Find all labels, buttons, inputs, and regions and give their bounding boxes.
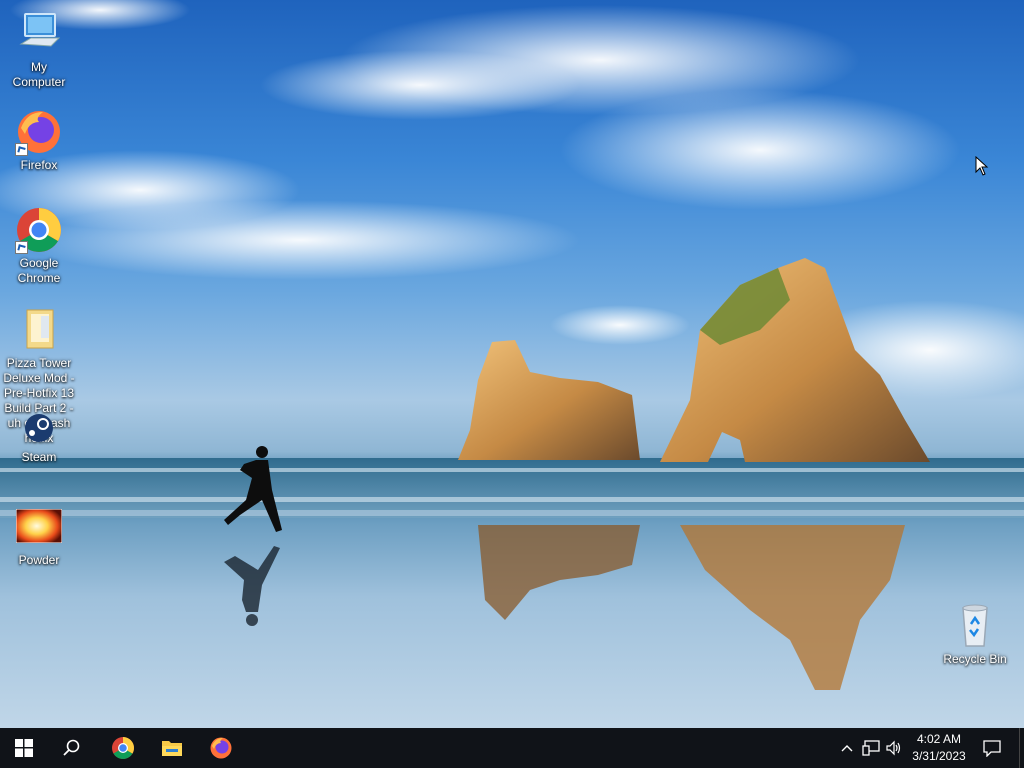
- desktop-icon-label: Firefox: [20, 158, 58, 172]
- shortcut-arrow-icon: [15, 143, 28, 156]
- search-icon: [63, 739, 80, 756]
- taskbar-chrome-button[interactable]: [99, 728, 147, 768]
- clock-date: 3/31/2023: [912, 749, 966, 763]
- desktop[interactable]: My Computer Firefox Google Chrome Pizza …: [0, 0, 1024, 728]
- network-icon: [862, 740, 880, 756]
- desktop-icon-firefox[interactable]: Firefox: [1, 108, 77, 173]
- desktop-icon-label: Steam: [21, 450, 57, 464]
- show-desktop-button[interactable]: [1019, 728, 1024, 768]
- file-explorer-icon: [162, 741, 182, 756]
- shortcut-arrow-icon: [15, 241, 28, 254]
- firefox-icon: [15, 108, 63, 156]
- taskbar-firefox-button[interactable]: [197, 728, 245, 768]
- windows-start-icon: [15, 739, 33, 757]
- network-button[interactable]: [861, 738, 881, 758]
- desktop-icon-label: Google Chrome: [17, 256, 61, 285]
- action-center-button[interactable]: [982, 738, 1002, 758]
- taskbar-clock[interactable]: 4:02 AM 3/31/2023: [904, 731, 974, 765]
- firefox-icon: [210, 737, 232, 759]
- action-center-icon: [983, 740, 1001, 757]
- wallpaper-image: [0, 0, 1024, 690]
- chrome-icon: [112, 737, 134, 759]
- desktop-icon-label: Powder: [18, 553, 60, 567]
- desktop-icon-label: Recycle Bin: [943, 652, 1007, 666]
- steam-icon: [15, 410, 63, 442]
- desktop-icon-label: My Computer: [12, 60, 66, 89]
- taskbar: 4:02 AM 3/31/2023: [0, 728, 1024, 768]
- computer-icon: [15, 10, 63, 58]
- folder-icon: [15, 306, 63, 354]
- powder-icon: [15, 508, 63, 544]
- desktop-icon-google-chrome[interactable]: Google Chrome: [1, 206, 77, 286]
- desktop-icon-steam[interactable]: Steam: [1, 410, 77, 465]
- mouse-cursor-icon: [975, 156, 989, 176]
- desktop-icon-powder[interactable]: Powder: [1, 507, 77, 568]
- recycle-bin-icon: [951, 602, 999, 650]
- desktop-icon-recycle-bin[interactable]: Recycle Bin: [937, 602, 1013, 667]
- chevron-up-icon: [841, 745, 853, 752]
- chrome-icon: [15, 206, 63, 254]
- taskbar-file-explorer-button[interactable]: [148, 728, 196, 768]
- search-button[interactable]: [48, 728, 96, 768]
- show-hidden-icons-button[interactable]: [837, 738, 857, 758]
- volume-icon: [886, 740, 901, 756]
- clock-time: 4:02 AM: [916, 732, 962, 746]
- desktop-icon-my-computer[interactable]: My Computer: [1, 10, 77, 90]
- start-button[interactable]: [0, 728, 48, 768]
- volume-button[interactable]: [884, 738, 904, 758]
